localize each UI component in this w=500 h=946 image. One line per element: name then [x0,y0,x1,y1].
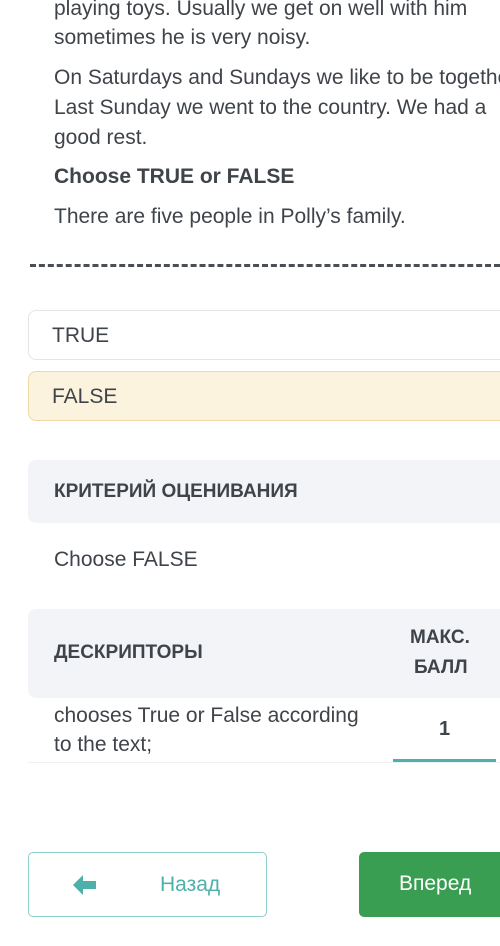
arrow-left-icon [73,875,96,895]
passage-line: playing toys. Usually we get on well wit… [54,0,468,20]
criteria-title: КРИТЕРИЙ ОЦЕНИВАНИЯ [54,481,298,502]
descriptor-text: to the text; [54,733,153,756]
option-label: FALSE [52,385,118,408]
score-underline [393,759,496,762]
question-instruction: Choose TRUE or FALSE [54,165,295,188]
criteria-header: КРИТЕРИЙ ОЦЕНИВАНИЯ [28,460,500,523]
back-button[interactable]: Назад [28,852,267,917]
max-score-header: МАКС. [410,627,470,648]
descriptors-header: ДЕСКРИПТОРЫ МАКС. БАЛЛ [28,609,500,698]
next-label: Вперед [399,872,472,895]
row-divider [28,762,500,763]
back-label: Назад [160,873,221,896]
option-true[interactable]: TRUE [28,310,500,360]
passage-line: Last Sunday we went to the country. We h… [54,96,487,119]
passage-line: sometimes he is very noisy. [54,26,311,49]
divider [30,264,500,267]
max-score-header: БАЛЛ [414,657,468,678]
option-label: TRUE [52,324,110,347]
descriptor-score: 1 [438,718,451,740]
option-false[interactable]: FALSE [28,371,500,421]
question-statement: There are five people in Polly’s family. [54,205,406,228]
passage-line: good rest. [54,126,148,149]
criteria-value: Choose FALSE [54,548,198,571]
next-button[interactable]: Вперед [359,852,500,917]
descriptors-title: ДЕСКРИПТОРЫ [54,642,203,663]
descriptor-text: chooses True or False according [54,704,359,727]
passage-line: On Saturdays and Sundays we like to be t… [54,66,500,89]
